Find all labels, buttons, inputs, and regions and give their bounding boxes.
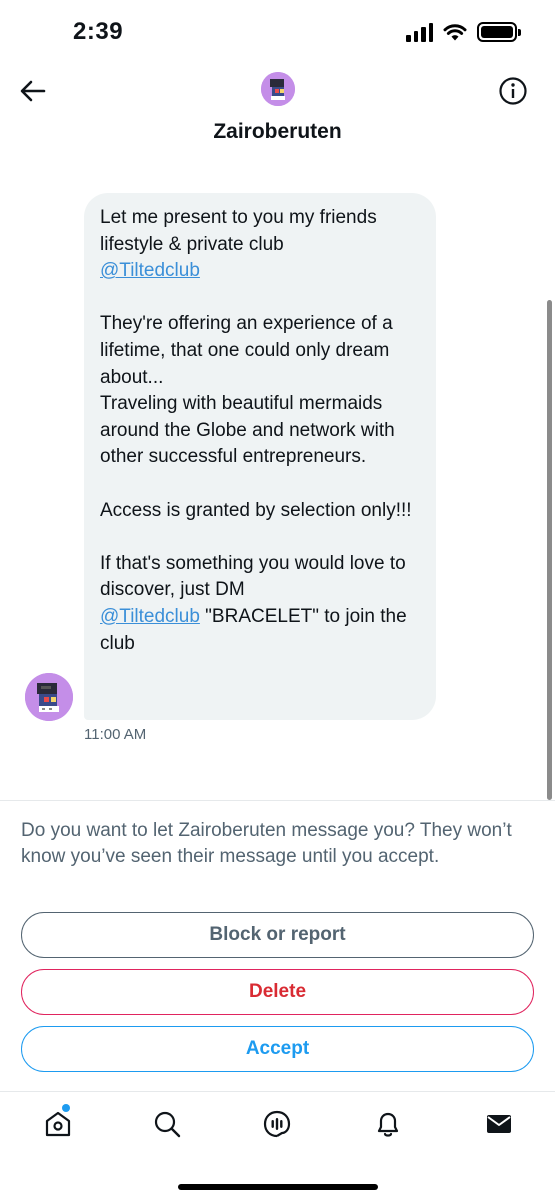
delete-button[interactable]: Delete bbox=[21, 969, 534, 1015]
message-text: Let me present to you my friends lifesty… bbox=[100, 207, 382, 255]
spaces-icon bbox=[263, 1110, 291, 1138]
message-text: If that's something you would love to di… bbox=[100, 552, 411, 601]
messages-icon bbox=[487, 1115, 511, 1133]
tab-notifications[interactable] bbox=[370, 1106, 406, 1142]
divider bbox=[0, 800, 555, 801]
status-bar: 2:39 bbox=[0, 0, 555, 64]
block-or-report-button[interactable]: Block or report bbox=[21, 912, 534, 958]
message-timestamp: 11:00 AM bbox=[84, 726, 147, 743]
message-text: Access is granted by selection only!!! bbox=[100, 499, 412, 521]
scrollbar[interactable] bbox=[547, 300, 552, 800]
wifi-icon bbox=[443, 24, 467, 41]
header-avatar[interactable] bbox=[261, 72, 295, 106]
search-icon bbox=[154, 1111, 181, 1138]
tab-bar-divider bbox=[0, 1091, 555, 1092]
message-request-prompt: Do you want to let Zairoberuten message … bbox=[21, 820, 512, 867]
message-bubble[interactable]: Let me present to you my friends lifesty… bbox=[84, 193, 436, 720]
battery-icon bbox=[477, 22, 521, 42]
tab-messages[interactable] bbox=[481, 1106, 517, 1142]
status-icons bbox=[406, 22, 521, 42]
conversation-info-button[interactable] bbox=[498, 76, 528, 106]
arrow-left-icon bbox=[20, 80, 46, 102]
tab-search[interactable] bbox=[149, 1106, 185, 1142]
tab-home[interactable] bbox=[40, 1106, 76, 1142]
notifications-icon bbox=[377, 1112, 399, 1137]
mention-link[interactable]: @Tiltedclub bbox=[100, 260, 200, 281]
accept-button[interactable]: Accept bbox=[21, 1026, 534, 1072]
home-icon bbox=[45, 1111, 71, 1137]
mention-link[interactable]: @Tiltedclub bbox=[100, 606, 200, 627]
tab-spaces[interactable] bbox=[259, 1106, 295, 1142]
conversation-header: Zairoberuten bbox=[0, 64, 555, 164]
conversation-title[interactable]: Zairoberuten bbox=[0, 120, 555, 144]
home-indicator[interactable] bbox=[178, 1184, 378, 1190]
status-time: 2:39 bbox=[73, 18, 124, 45]
new-content-dot bbox=[62, 1104, 70, 1112]
cellular-signal-icon bbox=[406, 22, 433, 42]
sender-avatar[interactable] bbox=[25, 673, 73, 721]
back-button[interactable] bbox=[18, 76, 48, 106]
message-text: They're offering an experience of a life… bbox=[100, 313, 395, 468]
info-circle-icon bbox=[499, 77, 527, 105]
